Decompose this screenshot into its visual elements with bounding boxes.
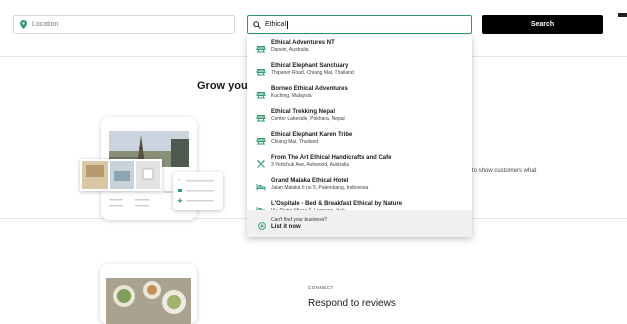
suggestion-title: From The Art Ethical Handicrafts and Caf… <box>271 155 392 161</box>
suggestion-item[interactable]: Ethical Elephant Karen Tribe Chiang Mai,… <box>247 127 472 150</box>
text-cursor <box>287 20 289 29</box>
scroll-edge-marker <box>618 13 627 17</box>
section-description: to show customers what <box>472 168 537 174</box>
suggestion-item[interactable]: Ethical Adventures NT Darwin, Australia <box>247 35 472 58</box>
list-it-now-link[interactable]: List it now <box>271 224 301 230</box>
hotel-icon <box>256 179 266 191</box>
attraction-icon <box>256 41 266 53</box>
attraction-icon <box>256 64 266 76</box>
attraction-icon <box>256 87 266 99</box>
suggestion-address: Thipanet Road, Chiang Mai, Thailand <box>271 70 354 76</box>
attraction-icon <box>256 110 266 122</box>
location-pin-icon <box>20 20 27 29</box>
suggestion-address: Center Lakeside, Pokhara, Nepal <box>271 116 345 122</box>
suggestion-address: Chiang Mai, Thailand <box>271 139 319 145</box>
business-search-input[interactable]: Ethical <box>247 15 472 34</box>
suggestion-title: Ethical Adventures NT <box>271 40 335 46</box>
suggestion-item[interactable]: From The Art Ethical Handicrafts and Caf… <box>247 150 472 173</box>
suggestion-title: L'Ospitale - Bed & Breakfast Ethical by … <box>271 201 403 207</box>
add-circle-icon <box>258 217 266 230</box>
suggestion-dropdown: Ethical Adventures NT Darwin, Australia … <box>247 35 472 237</box>
review-card: “ <box>173 172 223 210</box>
food-photo-illustration <box>100 264 197 324</box>
suggestion-address: Darwin, Australia <box>271 47 309 53</box>
suggestion-address: Kuching, Malaysia <box>271 93 312 99</box>
search-query-text: Ethical <box>265 21 287 28</box>
restaurant-icon <box>256 156 266 168</box>
suggestion-item[interactable]: Grand Malaka Ethical Hotel Jalan Malaka … <box>247 173 472 196</box>
add-business-footer[interactable]: Can't find your business? List it now <box>247 210 472 237</box>
suggestion-title: Grand Malaka Ethical Hotel <box>271 178 349 184</box>
suggestion-title: Ethical Trekking Nepal <box>271 109 336 115</box>
suggestion-item[interactable]: Borneo Ethical Adventures Kuching, Malay… <box>247 81 472 104</box>
suggestion-title: Borneo Ethical Adventures <box>271 86 348 92</box>
suggestion-title: Ethical Elephant Karen Tribe <box>271 132 353 138</box>
location-placeholder: Location <box>32 21 59 28</box>
svg-text:“: “ <box>178 179 180 185</box>
section-heading: Respond to reviews <box>308 298 396 309</box>
suggestion-title: Ethical Elephant Sanctuary <box>271 63 349 69</box>
suggestion-address: 3 Yertchuk Ave, Ashwood, Australia <box>271 162 350 168</box>
suggestion-item[interactable]: Ethical Elephant Sanctuary Thipanet Road… <box>247 58 472 81</box>
attraction-icon <box>256 133 266 145</box>
search-icon <box>253 20 261 29</box>
suggestion-item[interactable]: Ethical Trekking Nepal Center Lakeside, … <box>247 104 472 127</box>
search-button[interactable]: Search <box>482 15 603 34</box>
photo-strip <box>80 159 162 191</box>
cant-find-business-text: Can't find your business? <box>271 217 327 223</box>
location-input[interactable]: Location <box>13 15 235 34</box>
suggestion-address: Jalan Malaka II no 5, Palembang, Indones… <box>271 185 369 191</box>
section-eyebrow: CONNECT <box>308 285 334 290</box>
